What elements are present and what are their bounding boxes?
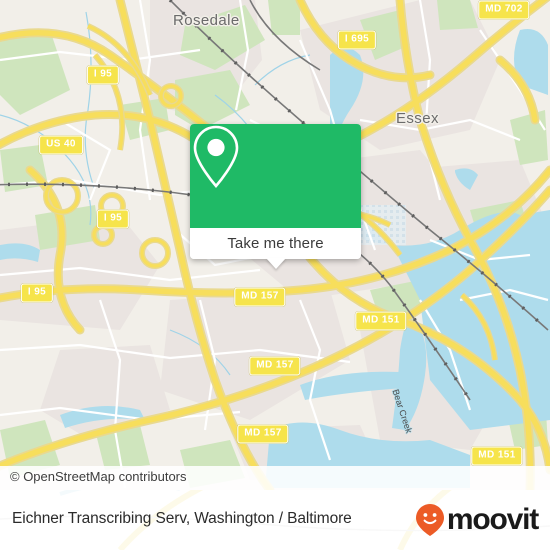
road-shield-md-151-a[interactable]: MD 151 [355, 311, 407, 331]
moovit-wordmark: moovit [446, 503, 539, 536]
popup-action-row[interactable]: Take me there [190, 228, 361, 259]
road-shield-md-157-a[interactable]: MD 157 [234, 287, 286, 307]
screenshot-root: Rosedale Essex Bear Creek MD 702 I 695 I… [0, 0, 550, 550]
place-label-rosedale: Rosedale [173, 12, 240, 29]
moovit-brand[interactable]: moovit [415, 503, 539, 536]
location-popup-card[interactable]: Take me there [190, 124, 361, 269]
take-me-there-label: Take me there [227, 235, 324, 252]
map-canvas[interactable]: Rosedale Essex Bear Creek MD 702 I 695 I… [0, 0, 550, 490]
footer-place-title: Eichner Transcribing Serv, Washington / … [12, 510, 352, 527]
road-shield-i-95-a[interactable]: I 95 [86, 65, 120, 85]
road-shield-i-695[interactable]: I 695 [337, 30, 377, 50]
road-shield-us-40[interactable]: US 40 [39, 135, 83, 155]
popup-header [190, 124, 361, 228]
map-attribution-bar: © OpenStreetMap contributors [0, 466, 550, 490]
road-shield-md-157-b[interactable]: MD 157 [249, 356, 301, 376]
map-pin-icon [193, 125, 239, 188]
footer-bar: Eichner Transcribing Serv, Washington / … [0, 490, 550, 550]
road-shield-i-95-b[interactable]: I 95 [96, 209, 130, 229]
road-shield-md-151-b[interactable]: MD 151 [471, 446, 523, 466]
moovit-smiley-pin-icon [415, 504, 444, 536]
popup-pointer-tail [265, 258, 286, 269]
osm-attribution-text[interactable]: © OpenStreetMap contributors [10, 469, 187, 484]
road-shield-i-95-c[interactable]: I 95 [20, 283, 54, 303]
place-label-essex: Essex [396, 110, 439, 127]
road-shield-md-702-a[interactable]: MD 702 [478, 0, 530, 20]
road-shield-md-157-c[interactable]: MD 157 [237, 424, 289, 444]
